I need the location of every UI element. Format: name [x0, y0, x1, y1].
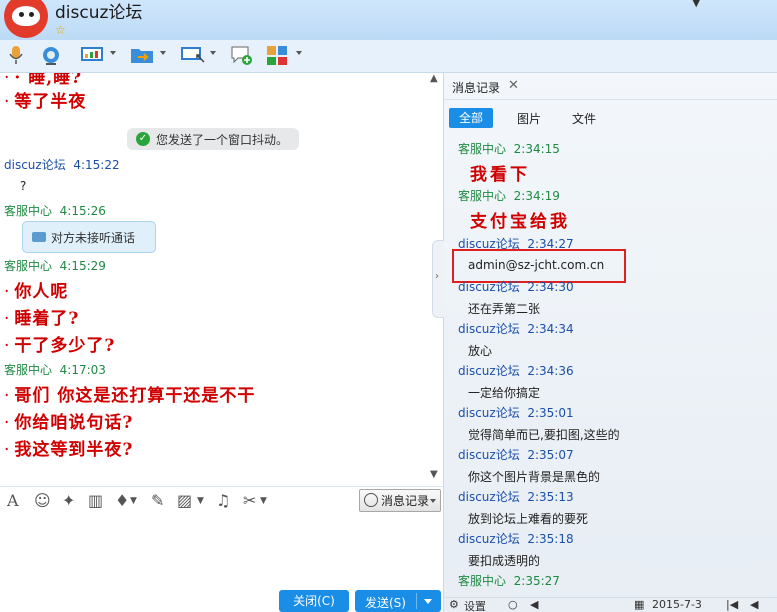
file-transfer-icon[interactable] — [130, 45, 154, 65]
calendar-icon[interactable]: ▦ — [634, 598, 644, 611]
chevron-down-icon[interactable] — [424, 599, 432, 604]
chat-message: · 等了半夜 — [4, 92, 87, 112]
check-icon: ✓ — [136, 132, 150, 146]
history-entry-text: 还在弄第二张 — [468, 302, 541, 316]
gear-icon[interactable]: ⚙ — [449, 598, 459, 611]
emoji-icon[interactable]: ☺ — [34, 491, 51, 510]
message-history-button[interactable]: 消息记录 — [359, 489, 441, 512]
edit-icon[interactable]: ✎ — [151, 491, 164, 510]
star-icon: ☆ — [55, 23, 66, 37]
chat-message: · 睡着了? — [4, 309, 80, 329]
history-entry-text: 你这个图片背景是黑色的 — [468, 470, 601, 484]
chat-message: · 哥们 你这是还打算干还是不干 — [4, 386, 256, 406]
toolbar — [0, 40, 777, 73]
magic-wand-icon[interactable]: ✦ — [62, 491, 75, 510]
video-camera-icon — [32, 232, 46, 242]
title-bar: discuz论坛 ☆ ▼ — [0, 0, 777, 40]
filter-files-tab[interactable]: 文件 — [572, 110, 596, 127]
message-input[interactable] — [0, 514, 443, 588]
chat-message: · 你给咱说句话? — [4, 413, 134, 433]
message-history-panel: 消息记录 ✕ 全部 图片 文件 客服中心 2:34:15 我看下 客服中心 2:… — [444, 73, 777, 612]
history-entry-header: discuz论坛 2:35:13 — [458, 490, 574, 504]
music-icon[interactable]: ♫ — [216, 491, 230, 510]
history-entry-header: discuz论坛 2:35:01 — [458, 406, 574, 420]
chevron-down-icon[interactable] — [160, 51, 166, 55]
gif-icon[interactable]: ▥ — [88, 491, 103, 510]
history-entry-header: discuz论坛 2:35:18 — [458, 532, 574, 546]
screenshot-scissors-icon[interactable]: ✂ — [243, 491, 256, 510]
avatar[interactable] — [4, 0, 48, 38]
filter-all-button[interactable]: 全部 — [449, 108, 493, 128]
message-header: 客服中心 4:15:29 — [4, 259, 106, 273]
chevron-down-icon[interactable] — [296, 51, 302, 55]
chevron-down-icon[interactable]: ▼ — [260, 496, 267, 506]
history-entry-header: 客服中心 2:35:27 — [458, 574, 560, 588]
microphone-icon[interactable] — [8, 45, 24, 65]
add-discussion-icon[interactable] — [230, 45, 254, 65]
history-entry-text: 放心 — [468, 344, 493, 358]
chat-message: ? — [20, 179, 27, 193]
voice-message-icon[interactable]: ♦ — [115, 491, 129, 510]
search-icon[interactable]: ○ — [508, 598, 518, 611]
history-entry-text: 要扣成透明的 — [468, 554, 541, 568]
chevron-down-icon[interactable]: ▼ — [130, 496, 137, 506]
history-entry-header: discuz论坛 2:35:07 — [458, 448, 574, 462]
scroll-up-icon[interactable]: ▲ — [430, 73, 438, 84]
history-entry-text: 一定给你搞定 — [468, 386, 541, 400]
settings-link[interactable]: 设置 — [464, 598, 486, 612]
history-entry-header: 客服中心 2:34:15 — [458, 142, 560, 156]
input-toolbar: A ☺ ✦ ▥ ♦ ▼ ✎ ▨ ▼ ♫ ✂ ▼ 消息记录 — [0, 486, 443, 515]
chevron-right-icon: › — [435, 271, 439, 282]
history-entry-header: discuz论坛 2:34:30 — [458, 280, 574, 294]
history-bottom-bar: ⚙ 设置 ○ ◀ ▦ 2015-7-3 |◀ ◀ — [444, 597, 777, 612]
history-entry-header: discuz论坛 2:34:36 — [458, 364, 574, 378]
history-date: 2015-7-3 — [652, 598, 702, 611]
window-shake-notice: ✓ 您发送了一个窗口抖动。 — [127, 128, 299, 150]
first-page-icon[interactable]: |◀ — [726, 598, 738, 611]
chat-history: · · 睡,睡? · 等了半夜 ✓ 您发送了一个窗口抖动。 discuz论坛 4:1… — [0, 73, 443, 485]
history-entry-text: 放到论坛上难看的要死 — [468, 512, 589, 526]
previous-page-icon[interactable]: ◀ — [750, 598, 758, 611]
remote-desktop-icon[interactable] — [180, 45, 206, 65]
history-entry-text: 支付宝给我 — [470, 212, 570, 232]
history-entry-header: 客服中心 2:34:19 — [458, 189, 560, 203]
close-icon[interactable]: ✕ — [508, 78, 519, 93]
chat-message: · 干了多少了? — [4, 336, 116, 356]
message-header: discuz论坛 4:15:22 — [4, 158, 120, 172]
history-entry-text: 觉得简单而已,要扣图,这些的 — [468, 428, 620, 442]
screen-share-icon[interactable] — [80, 45, 104, 65]
scroll-down-icon[interactable]: ▼ — [430, 469, 438, 480]
speaker-icon[interactable]: ◀ — [530, 598, 538, 611]
message-header: 客服中心 4:15:26 — [4, 204, 106, 218]
chat-message: · 你人呢 — [4, 282, 69, 302]
chat-message: · 我这等到半夜? — [4, 440, 134, 460]
history-entry-text: 我看下 — [470, 165, 530, 185]
chevron-down-icon[interactable]: ▼ — [197, 496, 204, 506]
chevron-down-icon — [430, 499, 436, 503]
message-header: 客服中心 4:17:03 — [4, 363, 106, 377]
chat-message: · · 睡,睡? — [4, 73, 83, 88]
close-button[interactable]: 关闭(C) — [279, 590, 349, 612]
image-icon[interactable]: ▨ — [177, 491, 192, 510]
font-icon[interactable]: A — [7, 491, 19, 510]
video-call-icon[interactable] — [40, 45, 62, 65]
clock-icon — [364, 493, 378, 507]
apps-icon[interactable] — [266, 45, 288, 65]
chevron-down-icon[interactable] — [110, 51, 116, 55]
filter-images-tab[interactable]: 图片 — [517, 110, 541, 127]
send-button[interactable]: 发送(S) — [355, 590, 441, 612]
chevron-down-icon[interactable] — [210, 51, 216, 55]
tab-message-history[interactable]: 消息记录 — [452, 79, 500, 96]
missed-call-notice[interactable]: 对方未接听通话 — [22, 221, 156, 253]
chevron-down-icon[interactable]: ▼ — [692, 0, 700, 9]
history-entry-header: discuz论坛 2:34:34 — [458, 322, 574, 336]
window-title: discuz论坛 — [55, 3, 143, 23]
